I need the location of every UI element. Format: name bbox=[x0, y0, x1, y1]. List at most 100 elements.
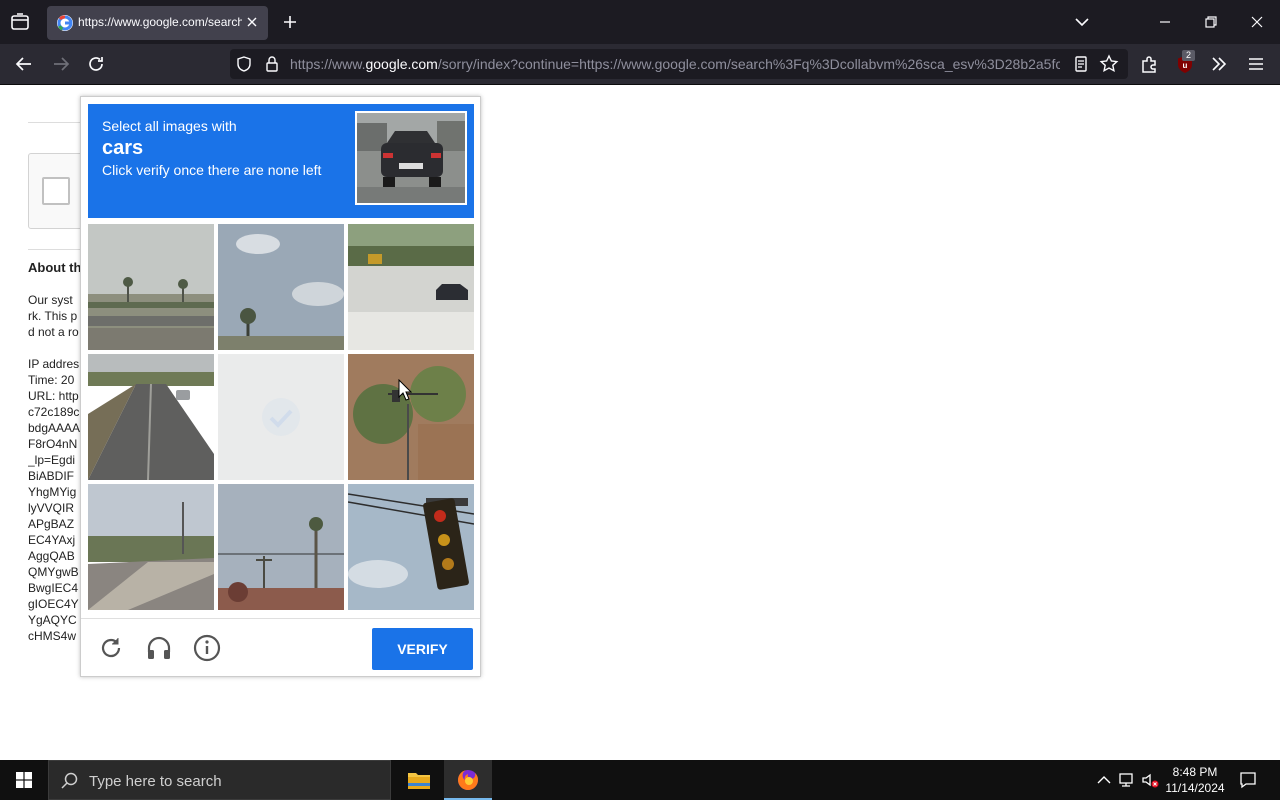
restore-button[interactable] bbox=[1201, 12, 1221, 32]
arrow-right-icon bbox=[54, 57, 70, 71]
extension-badge: 2 bbox=[1182, 50, 1195, 61]
firefox-view-icon bbox=[11, 13, 29, 30]
show-hidden-icons-button[interactable] bbox=[1094, 770, 1114, 790]
request-detail-line: QMYgwB bbox=[28, 565, 79, 579]
start-button[interactable] bbox=[0, 760, 48, 800]
image-tile[interactable] bbox=[218, 224, 344, 350]
image-tile[interactable] bbox=[348, 484, 474, 610]
recaptcha-checkbox[interactable] bbox=[42, 177, 70, 205]
request-detail-line: _lp=Egdi bbox=[28, 453, 76, 467]
navigation-bar: https://www.google.com/sorry/index?conti… bbox=[0, 44, 1280, 85]
request-detail-line: bdgAAAA bbox=[28, 421, 81, 435]
image-tile-selected[interactable] bbox=[218, 354, 344, 480]
request-detail-line: lyVVQIR bbox=[28, 501, 75, 515]
notifications-button[interactable] bbox=[1238, 770, 1258, 790]
svg-text:u: u bbox=[1183, 61, 1188, 70]
request-detail-line: IP addres bbox=[28, 357, 80, 371]
recaptcha-checkbox-card bbox=[28, 153, 88, 229]
request-detail-line: cHMS4w bbox=[28, 629, 77, 643]
url-text: https://www.google.com/sorry/index?conti… bbox=[290, 56, 1060, 72]
minimize-icon bbox=[1160, 21, 1170, 23]
clock-time: 8:48 PM bbox=[1172, 765, 1218, 779]
explanation-line: d not a ro bbox=[28, 325, 79, 339]
about-heading: About th bbox=[28, 260, 82, 275]
close-icon bbox=[1251, 16, 1263, 28]
search-icon bbox=[61, 772, 78, 789]
puzzle-icon bbox=[1142, 56, 1156, 73]
sample-image-car bbox=[355, 111, 467, 205]
reader-view-icon[interactable] bbox=[1072, 55, 1090, 73]
volume-muted-icon bbox=[1142, 773, 1159, 788]
recaptcha-challenge: Select all images with cars Click verify… bbox=[80, 96, 481, 677]
explanation-line: Our syst bbox=[28, 293, 73, 307]
request-detail-line: F8rO4nN bbox=[28, 437, 78, 451]
firefox-taskbar-button[interactable] bbox=[444, 760, 492, 800]
reload-button[interactable] bbox=[85, 53, 107, 75]
windows-logo-icon bbox=[16, 772, 32, 788]
plus-icon bbox=[284, 16, 296, 28]
hamburger-menu-icon bbox=[1249, 58, 1263, 70]
notification-icon bbox=[1240, 772, 1256, 789]
explanation-line: rk. This p bbox=[28, 309, 78, 323]
image-tile[interactable] bbox=[88, 354, 214, 480]
volume-button[interactable] bbox=[1140, 770, 1160, 790]
minimize-button[interactable] bbox=[1155, 12, 1175, 32]
tab-bar: https://www.google.com/search?q=collabvm bbox=[0, 0, 1280, 44]
request-detail-line: APgBAZ bbox=[28, 517, 75, 531]
verify-button[interactable]: VERIFY bbox=[372, 628, 473, 670]
info-icon bbox=[193, 634, 221, 662]
shield-icon bbox=[237, 56, 251, 72]
audio-challenge-button[interactable] bbox=[144, 633, 174, 663]
clock-date: 11/14/2024 bbox=[1165, 781, 1225, 795]
back-button[interactable] bbox=[13, 53, 35, 75]
request-detail-line: URL: http bbox=[28, 389, 79, 403]
image-tile[interactable] bbox=[218, 484, 344, 610]
request-detail-line: c72c189c bbox=[28, 405, 80, 419]
reload-challenge-button[interactable] bbox=[96, 633, 126, 663]
request-detail-line: Time: 20 bbox=[28, 373, 75, 387]
windows-taskbar: Type here to search 8:48 PM 11/14/2024 bbox=[0, 760, 1280, 800]
help-button[interactable] bbox=[192, 633, 222, 663]
file-explorer-button[interactable] bbox=[395, 760, 443, 800]
url-bar[interactable]: https://www.google.com/sorry/index?conti… bbox=[230, 49, 1128, 79]
request-detail-line: gIOEC4Y bbox=[28, 597, 79, 611]
close-window-button[interactable] bbox=[1247, 12, 1267, 32]
extensions-button[interactable] bbox=[1138, 53, 1160, 75]
request-detail-line: BiABDIF bbox=[28, 469, 75, 483]
image-tile[interactable] bbox=[348, 224, 474, 350]
taskbar-search-box[interactable]: Type here to search bbox=[48, 760, 391, 800]
request-detail-line: YhgMYig bbox=[28, 485, 77, 499]
image-tile[interactable] bbox=[88, 484, 214, 610]
challenge-footer: VERIFY bbox=[81, 618, 480, 676]
image-tile[interactable] bbox=[348, 354, 474, 480]
chevron-up-icon bbox=[1097, 776, 1111, 784]
new-tab-button[interactable] bbox=[280, 12, 300, 32]
firefox-icon bbox=[458, 770, 478, 790]
instruction-text: Select all images with bbox=[102, 118, 237, 134]
tab-close-button[interactable] bbox=[244, 14, 260, 30]
lock-icon bbox=[266, 56, 278, 72]
search-placeholder: Type here to search bbox=[89, 773, 222, 790]
tab-active[interactable]: https://www.google.com/search?q=collabvm bbox=[47, 6, 268, 40]
tab-title: https://www.google.com/search?q=collabvm bbox=[78, 15, 242, 29]
request-detail-line: BwgIEC4 bbox=[28, 581, 79, 595]
network-button[interactable] bbox=[1117, 770, 1137, 790]
arrow-left-icon bbox=[15, 57, 31, 71]
app-menu-button[interactable] bbox=[1245, 53, 1267, 75]
request-detail-line: YgAQYC bbox=[28, 613, 77, 627]
folder-icon bbox=[408, 773, 430, 789]
headphones-icon bbox=[147, 636, 171, 659]
overflow-menu-button[interactable] bbox=[1208, 53, 1230, 75]
request-detail-line: EC4YAxj bbox=[28, 533, 76, 547]
firefox-view-button[interactable] bbox=[8, 10, 32, 34]
image-tile[interactable] bbox=[88, 224, 214, 350]
list-all-tabs-button[interactable] bbox=[1072, 12, 1092, 32]
divider bbox=[28, 249, 88, 250]
refresh-icon bbox=[101, 638, 121, 658]
bookmark-star-icon[interactable] bbox=[1099, 54, 1119, 74]
mouse-cursor-icon bbox=[398, 379, 412, 401]
system-clock[interactable]: 8:48 PM 11/14/2024 bbox=[1160, 764, 1230, 796]
forward-button[interactable] bbox=[50, 53, 72, 75]
network-icon bbox=[1119, 773, 1133, 787]
target-object-text: cars bbox=[102, 137, 144, 159]
